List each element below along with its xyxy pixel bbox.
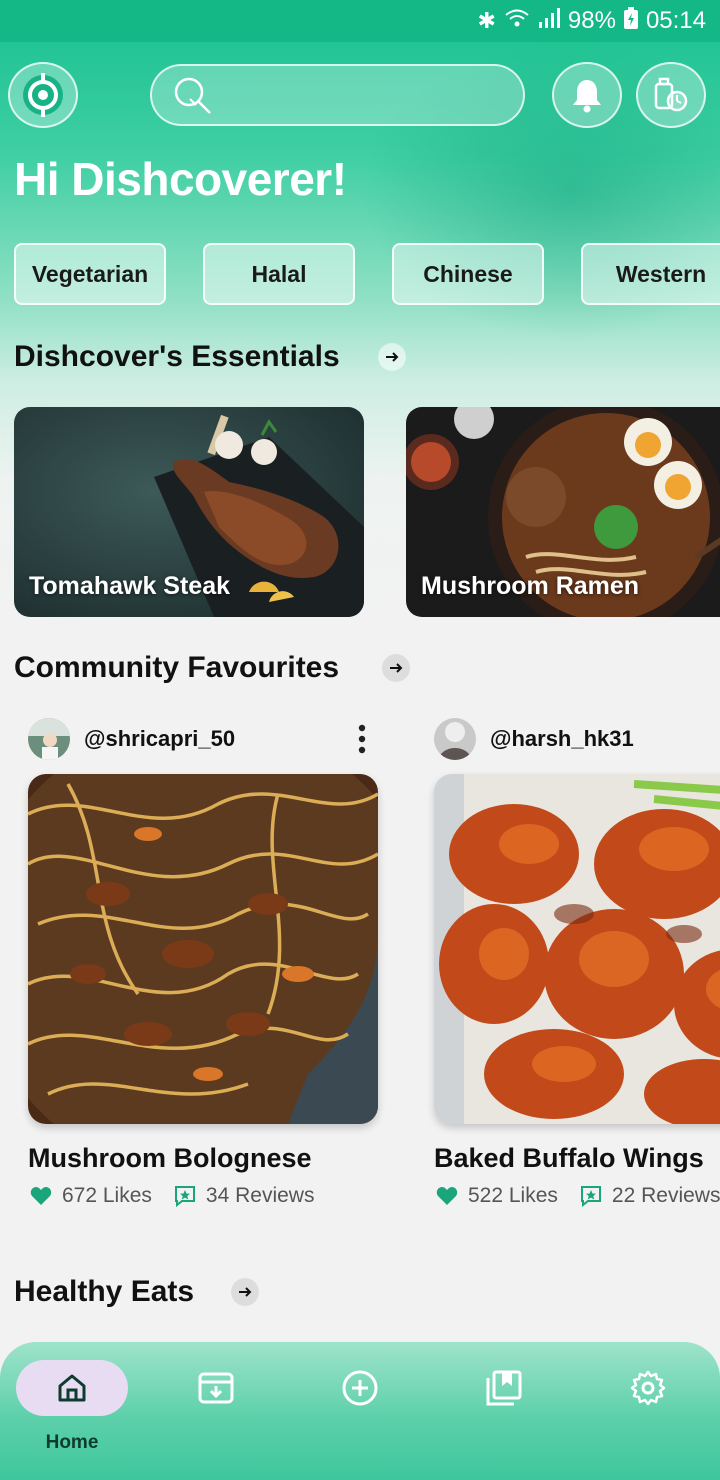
bell-icon [573,80,601,113]
category-chips: Vegetarian Halal Chinese Western [14,243,720,305]
nav-settings[interactable] [592,1360,704,1470]
clock: 05:14 [645,7,706,34]
more-options-icon[interactable] [358,724,366,759]
nav-add[interactable] [304,1360,416,1470]
essential-card-tomahawk-steak[interactable]: Tomahawk Steak [14,407,364,617]
healthy-eats-title: Healthy Eats [14,1275,195,1308]
bookmarks-icon [486,1370,522,1406]
battery-percent: 98% [567,7,616,34]
timer-icon [654,77,688,112]
post-stats: 522 Likes 22 Reviews [436,1184,720,1208]
review-icon [174,1186,195,1207]
avatar[interactable] [28,718,70,760]
chip-chinese[interactable]: Chinese [392,243,544,305]
community-title: Community Favourites [14,651,340,684]
status-bar: ✱ 98% 05:14 [0,0,720,42]
essentials-see-all-button[interactable] [378,343,406,371]
arrow-right-icon [386,352,399,362]
notifications-button[interactable] [552,62,622,128]
home-icon [58,1374,86,1402]
add-circle-icon [342,1370,378,1406]
top-bar [0,62,720,128]
timer-button[interactable] [636,62,706,128]
bottom-navigation: Home [0,1342,720,1480]
community-see-all-button[interactable] [382,654,410,682]
post-title[interactable]: Mushroom Bolognese [28,1143,312,1174]
likes-stat[interactable]: 672 Likes [30,1184,152,1208]
reviews-count: 34 Reviews [205,1184,315,1207]
nav-home-label: Home [45,1432,99,1453]
essential-card-mushroom-ramen[interactable]: Mushroom Ramen [406,407,720,617]
chip-western[interactable]: Western [581,243,720,305]
post-image-baked-buffalo-wings[interactable] [434,774,720,1124]
avatar[interactable] [434,718,476,760]
app-root: ✱ 98% 05:14 Hi Dishcoverer! Vegetarian H… [0,0,720,1480]
healthy-eats-see-all-button[interactable] [231,1278,259,1306]
chip-vegetarian[interactable]: Vegetarian [14,243,166,305]
likes-stat[interactable]: 522 Likes [436,1184,558,1208]
battery-icon [623,7,638,35]
essential-card-label: Mushroom Ramen [421,572,640,600]
likes-count: 672 Likes [62,1184,152,1207]
arrow-right-icon [390,663,403,673]
wifi-icon [504,8,530,34]
essentials-title: Dishcover's Essentials [14,340,340,373]
bluetooth-icon: ✱ [477,8,496,33]
heart-icon [436,1187,458,1205]
chip-halal[interactable]: Halal [203,243,355,305]
tray-icon [198,1372,234,1404]
nav-tray[interactable] [160,1360,272,1470]
post-username[interactable]: @shricapri_50 [84,726,235,752]
nav-bookmarks[interactable] [448,1360,560,1470]
post-image-mushroom-bolognese[interactable] [28,774,378,1124]
post-header: @shricapri_50 [28,718,378,760]
app-logo-button[interactable] [8,62,78,128]
reviews-stat[interactable]: 34 Reviews [174,1184,315,1208]
arrow-right-icon [239,1287,252,1297]
search-bar[interactable] [150,64,525,126]
app-logo-icon [23,73,63,117]
post-username[interactable]: @harsh_hk31 [490,726,634,752]
greeting-title: Hi Dishcoverer! [14,153,347,205]
post-title[interactable]: Baked Buffalo Wings [434,1143,704,1174]
post-stats: 672 Likes 34 Reviews [30,1184,336,1208]
nav-home[interactable]: Home [16,1360,128,1470]
signal-icon [538,8,560,34]
review-icon [580,1186,601,1207]
likes-count: 522 Likes [468,1184,558,1207]
heart-icon [30,1187,52,1205]
nav-home-active-indicator [16,1360,128,1416]
post-header: @harsh_hk31 [434,718,720,760]
reviews-stat[interactable]: 22 Reviews [580,1184,720,1208]
essential-card-label: Tomahawk Steak [29,572,231,600]
search-input[interactable] [224,82,504,108]
settings-icon [630,1370,666,1406]
search-icon [174,77,211,114]
reviews-count: 22 Reviews [611,1184,720,1207]
